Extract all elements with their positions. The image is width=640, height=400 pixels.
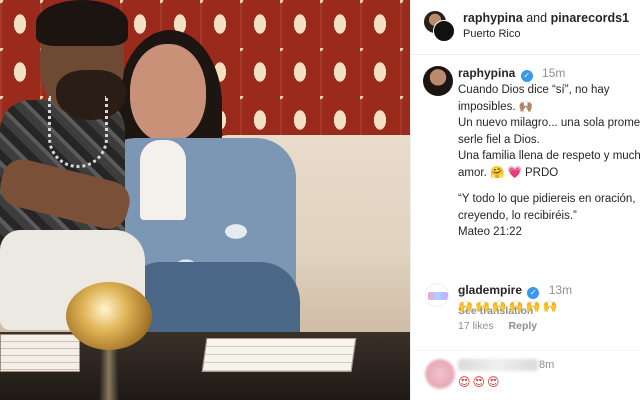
caption-text: Cuando Dios dice “sí”, no hay imposibles… [458,82,640,241]
lamp-stem [100,348,118,400]
location-link[interactable]: Puerto Rico [463,28,520,40]
woman-white-top [140,140,186,220]
collaborator-username-link[interactable]: pinarecords1 [551,11,630,25]
verified-badge-icon: ✓ [527,287,540,299]
book-stack-right [201,338,357,372]
caption-timestamp[interactable]: 15m [542,66,565,80]
comment-username-link[interactable]: gladempire [458,283,522,297]
avatar[interactable] [425,359,455,389]
caption-line: creyendo, lo recibiréis.” [458,209,577,222]
comment-header: gladempire ✓ 13m [458,283,572,299]
caption-username-link[interactable]: raphypina [458,66,515,80]
avatar [433,20,455,42]
author-username-link[interactable]: raphypina [463,11,523,25]
comment-meta: 17 likes Reply [458,320,537,332]
avatar[interactable] [425,283,449,307]
post-sidebar: raphypina and pinarecords1 Puerto Rico r… [410,0,640,400]
gold-lamp-globe [66,282,152,350]
post-authors: raphypina and pinarecords1 [463,11,629,25]
caption-line: Mateo 21:22 [458,226,522,238]
comment-timestamp[interactable]: 13m [549,283,572,297]
caption-line: Un nuevo milagro... una sola promesa, [458,117,640,129]
comment-text: 🙌🙌🙌🙌🙌🙌 [458,299,560,313]
comment-text: 😍😍😍 [458,375,502,389]
blurred-username [458,359,538,371]
caption-line: Cuando Dios dice “sí”, no hay [458,84,610,96]
man-chain-necklace [48,96,108,168]
book-stack-left [0,334,80,372]
comment: 8m 😍😍😍 [411,350,640,389]
caption-header: raphypina ✓ 15m [458,66,565,82]
caption-line: serle fiel a Dios. [458,133,540,146]
reply-button[interactable]: Reply [509,320,538,332]
avatar[interactable] [423,66,453,96]
authors-connector: and [526,11,548,25]
verified-badge-icon: ✓ [520,70,533,82]
post-photo[interactable] [0,0,410,400]
brand-logo-icon [428,292,448,300]
caption-line: amor. 🤗 💗 PRDO [458,166,559,179]
collab-avatars[interactable] [423,10,455,42]
man-hair [36,0,128,46]
comment-timestamp[interactable]: 8m [539,359,554,371]
caption-line: Una familia llena de respeto y mucho [458,150,640,162]
woman-jeans [130,262,300,342]
caption-line: “Y todo lo que pidiereis en oración, [458,193,636,205]
woman-face [130,44,206,142]
post-header: raphypina and pinarecords1 Puerto Rico [411,0,640,55]
comment-likes-link[interactable]: 17 likes [458,320,494,332]
caption-line: imposibles. 🙌🏽 [458,100,534,113]
